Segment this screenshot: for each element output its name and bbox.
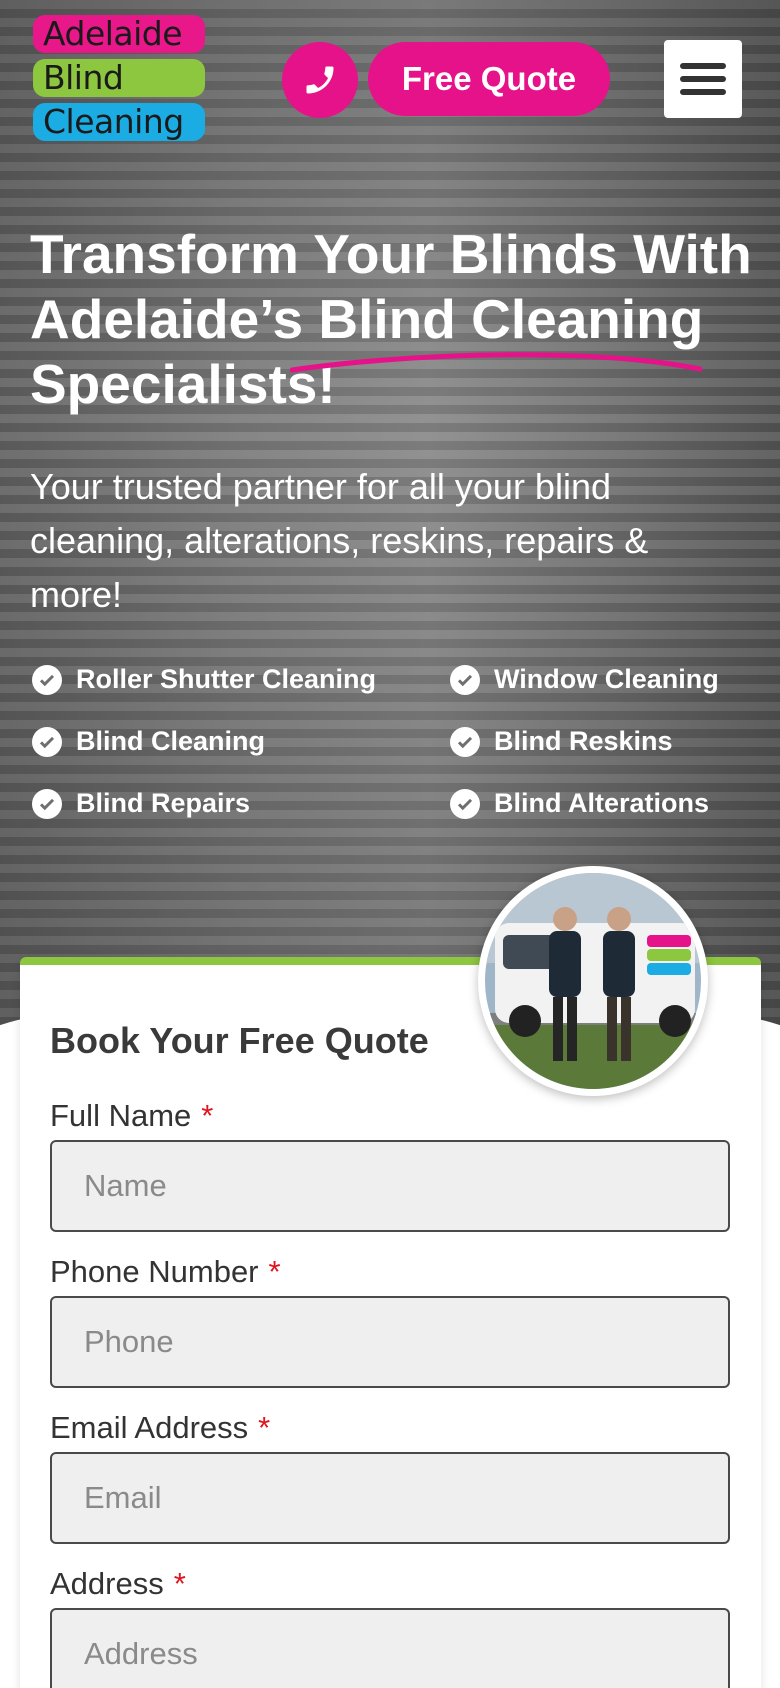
email-address-input[interactable] bbox=[50, 1452, 730, 1544]
free-quote-button[interactable]: Free Quote bbox=[368, 42, 610, 116]
headline-line-1: Transform Your Blinds With bbox=[30, 223, 752, 285]
team-photo bbox=[478, 866, 708, 1096]
menu-button[interactable] bbox=[664, 40, 742, 118]
required-marker: * bbox=[258, 1410, 271, 1445]
feature-label: Window Cleaning bbox=[494, 664, 719, 694]
feature-item: Blind Cleaning bbox=[32, 726, 265, 757]
headline-line-2: Adelaide’s Blind Cleaning bbox=[30, 288, 704, 350]
address-label: Address * bbox=[50, 1566, 186, 1602]
field-label-text: Full Name bbox=[50, 1098, 192, 1133]
address-input[interactable] bbox=[50, 1608, 730, 1688]
call-button[interactable] bbox=[282, 42, 358, 118]
check-circle-icon bbox=[32, 726, 62, 757]
hamburger-menu-icon bbox=[680, 63, 726, 69]
check-circle-icon bbox=[450, 726, 480, 757]
check-circle-icon bbox=[450, 664, 480, 695]
full-name-input[interactable] bbox=[50, 1140, 730, 1232]
required-marker: * bbox=[201, 1098, 214, 1133]
check-circle-icon bbox=[32, 664, 62, 695]
logo-line-cleaning: Cleaning bbox=[33, 103, 205, 141]
required-marker: * bbox=[268, 1254, 281, 1289]
feature-item: Blind Repairs bbox=[32, 788, 250, 819]
headline-underline bbox=[290, 352, 703, 373]
hamburger-menu-icon-bar bbox=[680, 89, 726, 95]
feature-label: Blind Repairs bbox=[76, 788, 251, 818]
feature-item: Blind Reskins bbox=[450, 726, 673, 757]
team-photo-illustration bbox=[485, 873, 701, 1089]
hero-headline: Transform Your Blinds With Adelaide’s Bl… bbox=[30, 222, 760, 417]
form-title: Book Your Free Quote bbox=[50, 1020, 429, 1061]
check-circle-icon bbox=[450, 788, 480, 819]
feature-label: Blind Alterations bbox=[494, 788, 710, 818]
email-address-label: Email Address * bbox=[50, 1410, 270, 1446]
phone-icon bbox=[306, 66, 334, 94]
feature-item: Roller Shutter Cleaning bbox=[32, 664, 376, 695]
logo-line-adelaide: Adelaide bbox=[33, 15, 205, 53]
field-label-text: Address bbox=[50, 1566, 164, 1601]
feature-label: Blind Reskins bbox=[494, 726, 673, 756]
hero-subtitle: Your trusted partner for all your blind … bbox=[30, 466, 649, 615]
feature-item: Window Cleaning bbox=[450, 664, 719, 695]
feature-label: Roller Shutter Cleaning bbox=[76, 664, 377, 694]
full-name-label: Full Name * bbox=[50, 1098, 213, 1134]
hamburger-menu-icon-bar bbox=[680, 76, 726, 82]
field-label-text: Phone Number bbox=[50, 1254, 259, 1289]
field-label-text: Email Address bbox=[50, 1410, 249, 1445]
site-logo[interactable]: Adelaide Blind Cleaning bbox=[33, 15, 205, 147]
phone-number-input[interactable] bbox=[50, 1296, 730, 1388]
logo-line-blind: Blind bbox=[33, 59, 205, 97]
phone-number-label: Phone Number * bbox=[50, 1254, 281, 1290]
feature-item: Blind Alterations bbox=[450, 788, 709, 819]
feature-label: Blind Cleaning bbox=[76, 726, 265, 756]
check-circle-icon bbox=[32, 788, 62, 819]
required-marker: * bbox=[173, 1566, 186, 1601]
